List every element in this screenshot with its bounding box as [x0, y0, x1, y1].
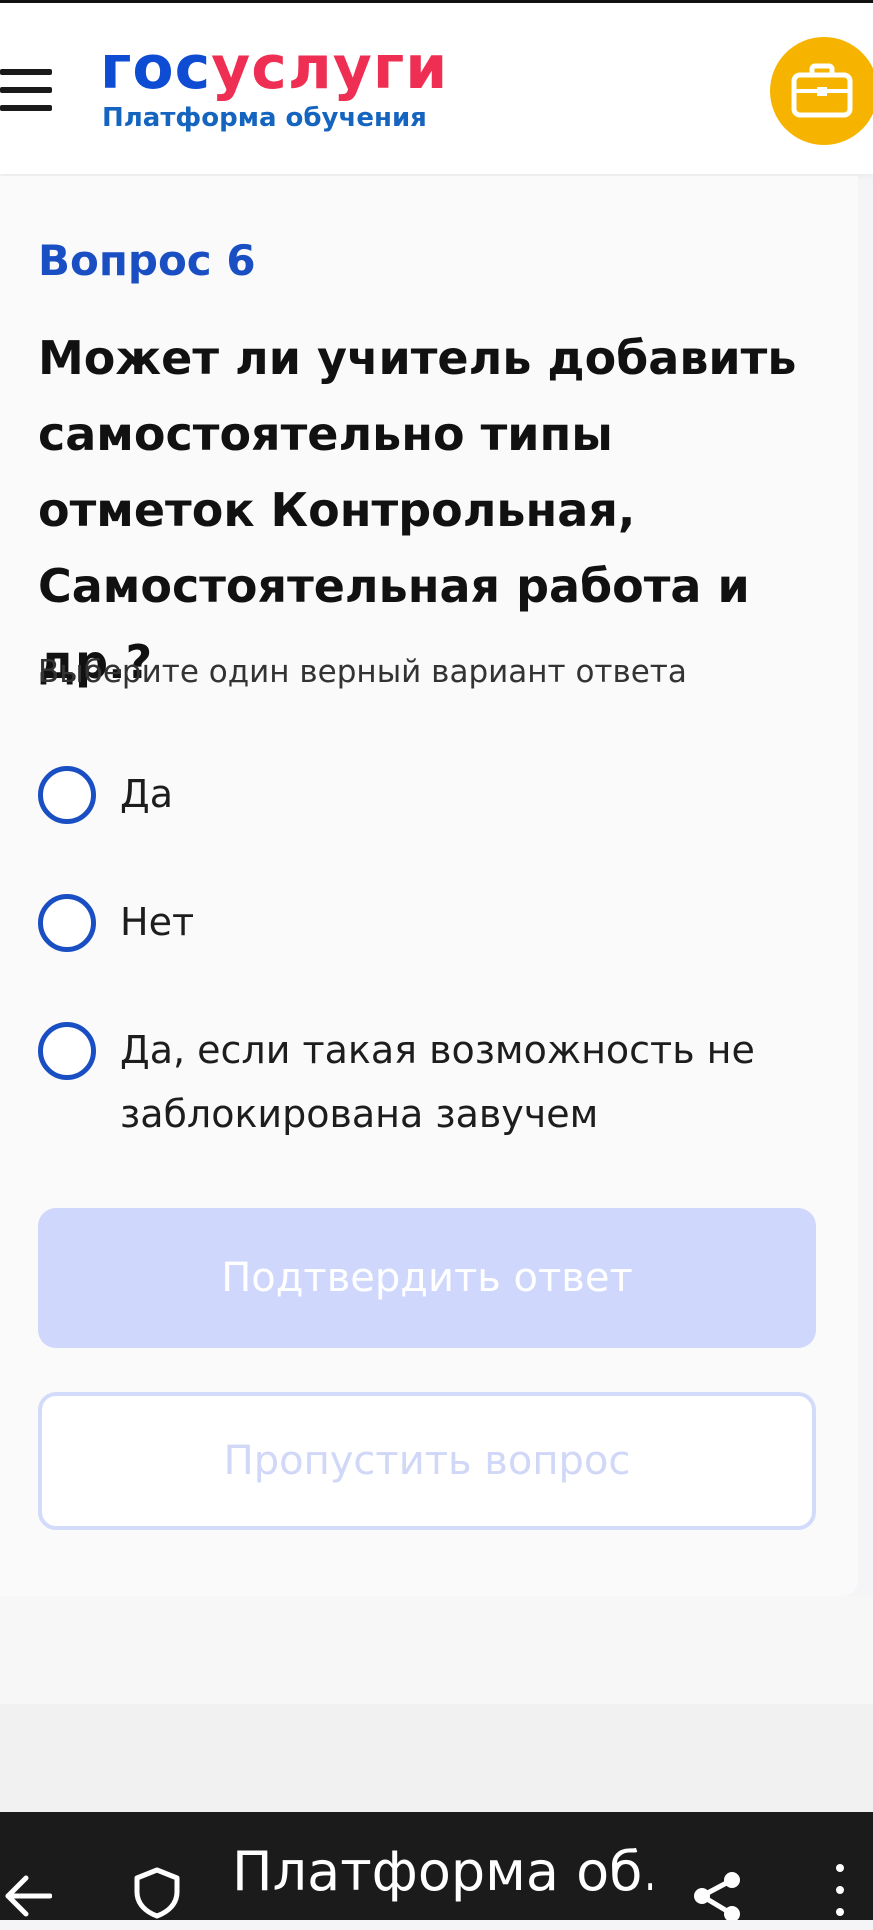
dot — [836, 1864, 844, 1872]
page-background — [0, 1596, 873, 1704]
more-vertical-icon[interactable] — [836, 1864, 844, 1930]
option-label: Да — [120, 772, 173, 816]
logo-subtitle: Платформа обучения — [102, 103, 427, 133]
answer-instruction: Выберите один верный вариант ответа — [38, 654, 687, 690]
question-number: Вопрос 6 — [38, 236, 256, 285]
briefcase-icon — [791, 63, 853, 118]
share-icon[interactable] — [690, 1870, 744, 1925]
shield-icon[interactable] — [132, 1866, 182, 1925]
radio-button[interactable] — [38, 1022, 96, 1080]
confirm-answer-button[interactable]: Подтвердить ответ — [38, 1208, 816, 1348]
logo-part-gos: гос — [100, 33, 212, 103]
option-label: Да, если такая возможность не заблокиров… — [120, 1028, 755, 1136]
page-footer-area — [0, 1704, 873, 1812]
hamburger-line — [0, 69, 52, 75]
hamburger-menu-icon[interactable] — [0, 69, 52, 111]
question-card: Вопрос 6 Может ли учитель добавить самос… — [0, 176, 858, 1596]
logo-part-uslugi: услуги — [211, 33, 449, 103]
answer-option-yes[interactable]: Да — [38, 766, 818, 826]
answer-option-no[interactable]: Нет — [38, 894, 818, 954]
app-header: госуслуги Платформа обучения — [0, 0, 873, 174]
hamburger-line — [0, 105, 52, 111]
question-text: Может ли учитель добавить самостоятельно… — [38, 331, 797, 689]
browser-bottom-bar: Платформа об... — [0, 1812, 873, 1923]
dot — [836, 1886, 844, 1894]
radio-button[interactable] — [38, 766, 96, 824]
skip-question-button[interactable]: Пропустить вопрос — [38, 1392, 816, 1530]
briefcase-button[interactable] — [770, 37, 873, 145]
back-arrow-icon[interactable] — [4, 1874, 53, 1923]
radio-button[interactable] — [38, 894, 96, 952]
browser-tab-title[interactable]: Платформа об... — [232, 1840, 652, 1903]
hamburger-line — [0, 87, 52, 93]
logo-wordmark: госуслуги — [100, 33, 448, 103]
dot — [836, 1908, 844, 1916]
answer-option-conditional[interactable]: Да, если такая возможность не заблокиров… — [38, 1022, 818, 1146]
gosuslugi-logo[interactable]: госуслуги Платформа обучения — [100, 33, 448, 133]
option-label: Нет — [120, 900, 195, 944]
